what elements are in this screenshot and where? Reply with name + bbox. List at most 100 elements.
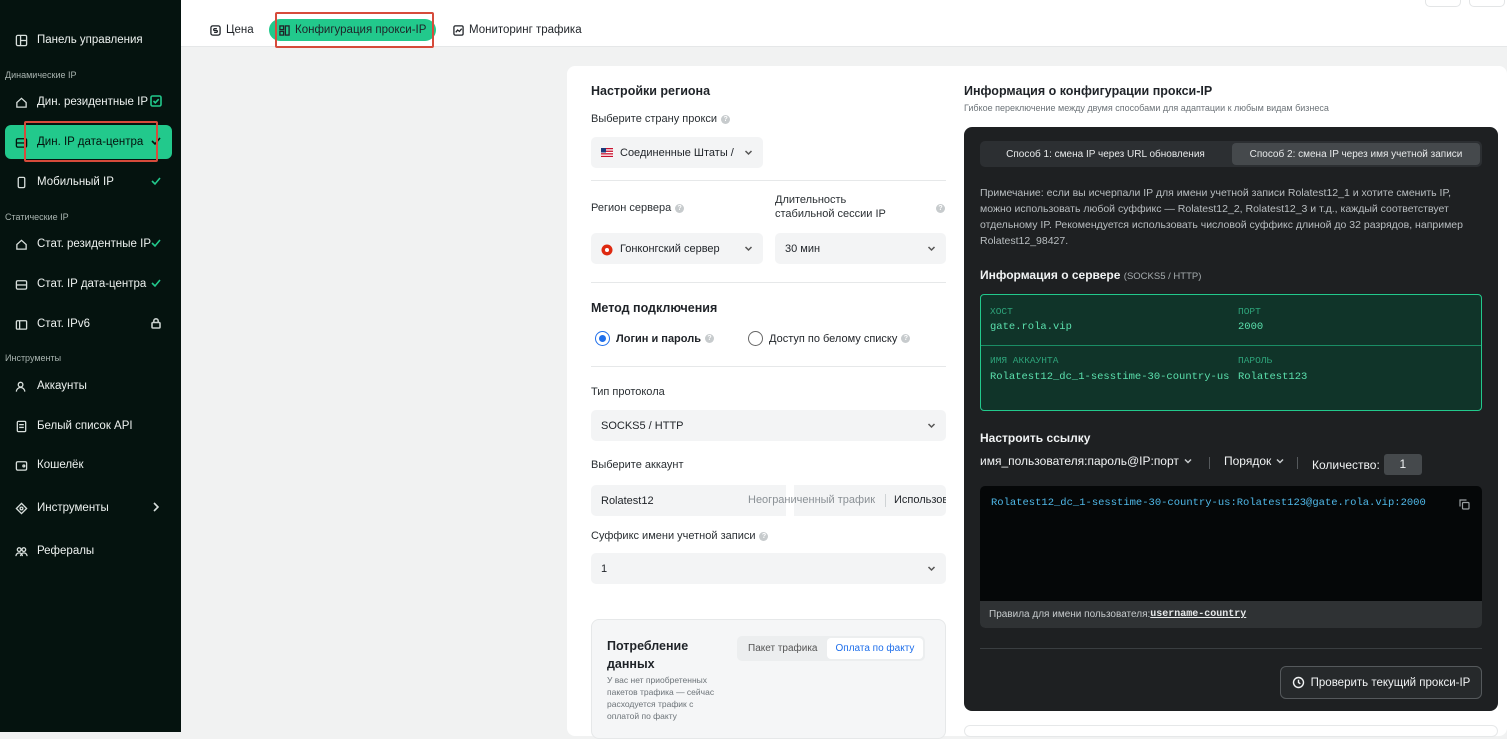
method-note: Примечание: если вы исчерпали IP для име… xyxy=(980,187,1463,247)
separator xyxy=(1209,457,1210,469)
host-value[interactable]: gate.rola.vip xyxy=(990,320,1072,335)
chevron-down-icon xyxy=(744,148,753,157)
sidebar-item-static-datacenter[interactable]: Стат. IP дата-центра xyxy=(5,267,172,301)
sidebar-item-dyn-datacenter[interactable]: Дин. IP дата-центра xyxy=(5,125,172,159)
house-icon xyxy=(14,237,28,251)
protocol-select[interactable]: SOCKS5 / HTTP xyxy=(591,410,946,441)
password-value[interactable]: Rolatest123 xyxy=(1238,370,1307,385)
format-dropdown[interactable]: имя_пользователя:пароль@IP:порт xyxy=(980,454,1192,468)
tab-price[interactable]: Цена xyxy=(200,19,264,41)
radio-dot xyxy=(595,331,610,346)
session-select[interactable]: 30 мин xyxy=(775,233,946,264)
check-button-label: Проверить текущий прокси-IP xyxy=(1310,676,1471,689)
suffix-select[interactable]: 1 xyxy=(591,553,946,584)
top-tabs-bar: Цена Конфигурация прокси-IP Мониторинг т… xyxy=(181,0,1507,47)
tab-traffic[interactable]: Мониторинг трафика xyxy=(443,19,592,41)
order-dropdown[interactable]: Порядок xyxy=(1224,454,1284,468)
sidebar-item-wallet[interactable]: Кошелёк xyxy=(5,448,172,482)
radio-whitelist[interactable]: Доступ по белому списку ? xyxy=(748,331,911,346)
tab-proxy-config[interactable]: Конфигурация прокси-IP xyxy=(269,19,437,41)
hk-flag-icon xyxy=(601,244,613,256)
divider xyxy=(591,180,946,181)
sidebar-section-static: Статические IP xyxy=(5,212,69,222)
data-consumption-card: Потребление данных Пакет трафика Оплата … xyxy=(591,619,946,739)
sidebar-item-api-whitelist[interactable]: Белый список API xyxy=(5,409,172,443)
check-box-icon xyxy=(150,95,162,107)
server-value: Гонконгский сервер xyxy=(620,242,720,255)
check-icon xyxy=(150,277,162,289)
config-icon xyxy=(279,24,290,36)
server-icon xyxy=(14,135,28,149)
server-info-title: Информация о сервере (SOCKS5 / HTTP) xyxy=(980,268,1201,282)
account-used: Использован xyxy=(894,494,946,506)
chevron-down-icon xyxy=(927,244,936,253)
top-action-button[interactable] xyxy=(1469,0,1505,7)
protocol-value: SOCKS5 / HTTP xyxy=(601,419,684,432)
info-title: Информация о конфигурации прокси-IP xyxy=(964,84,1213,98)
sidebar-item-label: Аккаунты xyxy=(37,380,87,392)
lock-icon xyxy=(150,317,162,329)
suffix-label: Суффикс имени учетной записи? xyxy=(591,530,769,542)
sidebar-item-label: Стат. IP дата-центра xyxy=(37,278,147,290)
top-action-button[interactable] xyxy=(1425,0,1461,7)
server-label-text: Регион сервера xyxy=(591,202,672,214)
price-icon xyxy=(210,24,221,36)
sidebar-item-tools[interactable]: Инструменты xyxy=(5,491,172,525)
sidebar-item-label: Кошелёк xyxy=(37,459,84,471)
grid-icon xyxy=(14,317,28,331)
protocol-label: Тип протокола xyxy=(591,386,665,398)
sidebar-item-accounts[interactable]: Аккаунты xyxy=(5,369,172,403)
region-settings-title: Настройки региона xyxy=(591,84,711,98)
count-field: Количество: 1 xyxy=(1312,454,1422,475)
username-rules: Правила для имени пользователя: username-… xyxy=(980,601,1482,628)
count-input[interactable]: 1 xyxy=(1383,454,1422,475)
segment-package[interactable]: Пакет трафика xyxy=(739,638,827,659)
server-select[interactable]: Гонконгский сервер xyxy=(591,233,763,264)
sidebar-item-static-ipv6[interactable]: Стат. IPv6 xyxy=(5,307,172,341)
radio-label: Логин и пароль xyxy=(616,332,701,345)
radio-label: Доступ по белому списку xyxy=(769,332,898,345)
sidebar-item-dyn-residential[interactable]: Дин. резидентные IP xyxy=(5,85,172,119)
sidebar-item-label: Дин. IP дата-центра xyxy=(37,136,144,148)
segment-payg[interactable]: Оплата по факту xyxy=(826,638,924,659)
account-name-value[interactable]: Rolatest12_dc_1-sesstime-30-country-us xyxy=(990,370,1235,385)
server-info-title-text: Информация о сервере xyxy=(980,268,1121,282)
server-icon xyxy=(14,277,28,291)
check-icon xyxy=(150,135,162,147)
sidebar-item-dashboard[interactable]: Панель управления xyxy=(5,23,172,57)
info-icon: ? xyxy=(721,114,731,124)
server-label: Регион сервера? xyxy=(591,202,685,214)
check-proxy-button[interactable]: Проверить текущий прокси-IP xyxy=(1280,666,1482,699)
sidebar-item-referrals[interactable]: Рефералы xyxy=(5,534,172,568)
method-tabs: Способ 1: смена IP через URL обновления … xyxy=(980,141,1482,167)
tab-method-url[interactable]: Способ 1: смена IP через URL обновления xyxy=(982,143,1229,165)
port-value[interactable]: 2000 xyxy=(1238,320,1263,335)
divider xyxy=(980,648,1482,649)
host-label: ХОСТ xyxy=(990,306,1013,317)
tab-label: Конфигурация прокси-IP xyxy=(295,24,427,36)
sidebar-item-label: Белый список API xyxy=(37,420,133,432)
sidebar-item-label: Дин. резидентные IP xyxy=(37,96,148,108)
sidebar-item-label: Стат. резидентные IP xyxy=(37,238,152,250)
tab-label: Цена xyxy=(226,24,254,36)
sidebar-item-static-residential[interactable]: Стат. резидентные IP xyxy=(5,227,172,261)
sidebar-item-label: Мобильный IP xyxy=(37,176,114,188)
sidebar-item-mobile[interactable]: Мобильный IP xyxy=(5,165,172,199)
chevron-down-icon xyxy=(744,244,753,253)
sidebar-section-dynamic: Динамические IP xyxy=(5,70,77,80)
country-select[interactable]: Соединенные Штаты / xyxy=(591,137,763,168)
next-card xyxy=(964,725,1498,737)
password-label: ПАРОЛЬ xyxy=(1238,355,1273,366)
phone-icon xyxy=(14,175,28,189)
copy-icon[interactable] xyxy=(1459,497,1470,510)
document-icon xyxy=(14,419,28,433)
radio-dot xyxy=(748,331,763,346)
house-icon xyxy=(14,95,28,109)
account-select[interactable]: Rolatest12 Неограниченный трафик Использ… xyxy=(591,485,946,516)
info-subtitle: Гибкое переключение между двумя способам… xyxy=(964,103,1329,113)
chevron-right-icon xyxy=(150,501,162,513)
tab-method-account[interactable]: Способ 2: смена IP через имя учетной зап… xyxy=(1232,143,1480,165)
sidebar-item-label: Панель управления xyxy=(37,34,143,46)
radio-login-password[interactable]: Логин и пароль ? xyxy=(595,331,714,346)
generated-link[interactable]: Rolatest12_dc_1-sesstime-30-country-us:R… xyxy=(991,497,1426,509)
